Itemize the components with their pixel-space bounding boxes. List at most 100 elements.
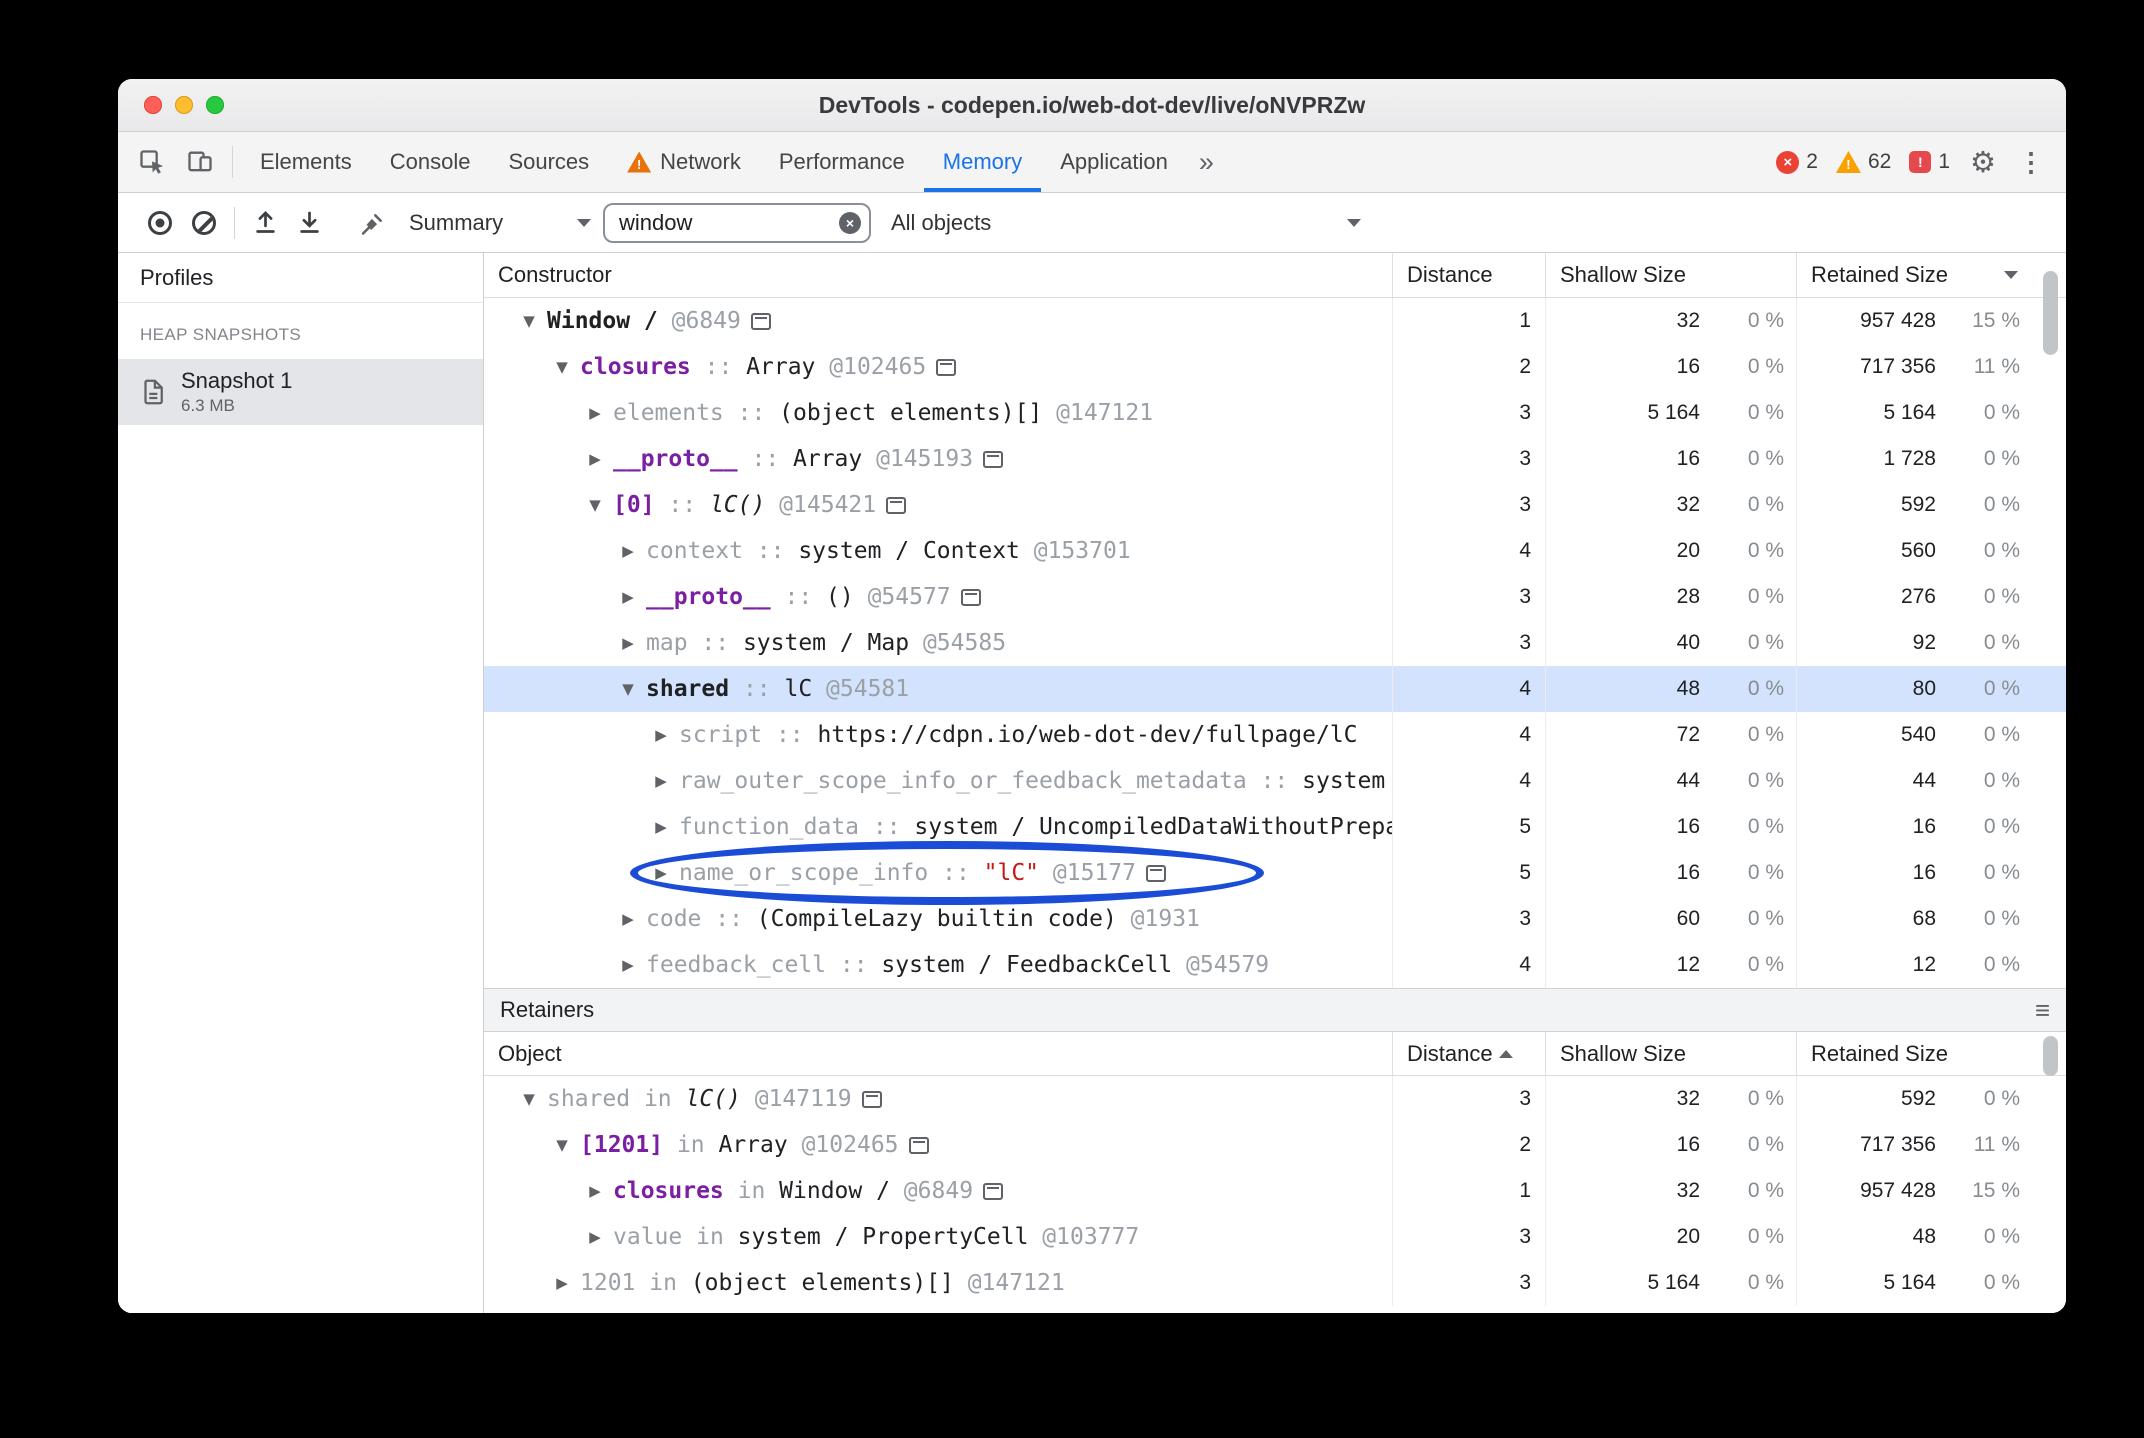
collapse-icon[interactable]: ▼ xyxy=(518,312,540,330)
inspect-element-button[interactable] xyxy=(128,132,176,192)
column-header-constructor[interactable]: Constructor xyxy=(484,253,1392,297)
constructor-row[interactable]: ▼ [0] :: lC() @145421 3 32 0 % 592 0 % xyxy=(484,482,2066,528)
shallow-size-cell: 16 0 % xyxy=(1545,1122,1796,1168)
settings-gear-icon[interactable]: ⚙ xyxy=(1970,145,1996,180)
constructor-row[interactable]: ▶ __proto__ :: Array @145193 3 16 0 % 1 728 0 … xyxy=(484,436,2066,482)
constructor-row[interactable]: ▶ context :: system / Context @153701 4 20 0… xyxy=(484,528,2066,574)
tab-memory[interactable]: Memory xyxy=(924,132,1041,192)
retainer-row[interactable]: ▶ value in system / PropertyCell @103777 3… xyxy=(484,1214,2066,1260)
constructor-row[interactable]: ▼ closures :: Array @102465 2 16 0 % 717 356 1… xyxy=(484,344,2066,390)
constructor-row[interactable]: ▶ name_or_scope_info :: "lC" @15177 5 16 0 %… xyxy=(484,850,2066,896)
search-input[interactable] xyxy=(605,204,869,241)
scrollbar-thumb[interactable] xyxy=(2043,1036,2058,1076)
expand-icon[interactable]: ▶ xyxy=(617,634,639,652)
constructor-row[interactable]: ▼ shared :: lC @54581 4 48 0 % 80 0 % xyxy=(484,666,2066,712)
clear-profiles-button[interactable] xyxy=(182,201,226,245)
reveal-window-icon[interactable] xyxy=(886,496,907,514)
zoom-button[interactable] xyxy=(206,96,224,114)
collapse-icon[interactable]: ▼ xyxy=(518,1090,540,1108)
column-header-distance[interactable]: Distance xyxy=(1392,1032,1545,1075)
collect-garbage-button[interactable] xyxy=(351,201,395,245)
reveal-window-icon[interactable] xyxy=(983,450,1004,468)
distance-cell: 4 xyxy=(1392,942,1545,988)
reveal-window-icon[interactable] xyxy=(936,358,957,376)
tab-sources[interactable]: Sources xyxy=(489,132,608,192)
object-id: @1931 xyxy=(1116,906,1200,932)
reveal-window-icon[interactable] xyxy=(983,1182,1004,1200)
scrollbar-thumb[interactable] xyxy=(2043,271,2058,355)
expand-icon[interactable]: ▶ xyxy=(617,588,639,606)
expand-icon[interactable]: ▶ xyxy=(584,450,606,468)
constructor-row[interactable]: ▶ __proto__ :: () @54577 3 28 0 % 276 0 % xyxy=(484,574,2066,620)
tab-console[interactable]: Console xyxy=(371,132,490,192)
expand-icon[interactable]: ▶ xyxy=(584,404,606,422)
column-header-shallow-size[interactable]: Shallow Size xyxy=(1545,1032,1796,1075)
more-menu-icon[interactable]: ⋮ xyxy=(2012,147,2050,178)
constructor-row[interactable]: ▶ elements :: (object elements)[] @147121… xyxy=(484,390,2066,436)
retainer-row[interactable]: ▼ [1201] in Array @102465 2 16 0 % 717 356 11 … xyxy=(484,1122,2066,1168)
tab-elements[interactable]: Elements xyxy=(241,132,371,192)
warning-count: 62 xyxy=(1867,150,1892,173)
retained-percent: 0 % xyxy=(1983,723,2020,746)
expand-icon[interactable]: ▶ xyxy=(551,1274,573,1292)
warning-counter[interactable]: ! 62 xyxy=(1835,150,1892,174)
constructor-row[interactable]: ▶ code :: (CompileLazy builtin code) @193… xyxy=(484,896,2066,942)
reveal-window-icon[interactable] xyxy=(750,312,771,330)
profile-view-select[interactable]: Summary xyxy=(409,210,591,236)
snapshot-item[interactable]: Snapshot 1 6.3 MB xyxy=(118,359,483,425)
collapse-icon[interactable]: ▼ xyxy=(551,358,573,376)
node-name: closures xyxy=(613,1178,724,1204)
column-header-retained-size[interactable]: Retained Size xyxy=(1796,253,2032,297)
expand-icon[interactable]: ▶ xyxy=(584,1182,606,1200)
tab-performance[interactable]: Performance xyxy=(760,132,924,192)
column-header-object[interactable]: Object xyxy=(484,1032,1392,1075)
issue-counter[interactable]: ! 1 xyxy=(1909,150,1950,174)
constructor-row[interactable]: ▶ function_data :: system / UncompiledDat… xyxy=(484,804,2066,850)
tab-label: Memory xyxy=(942,149,1023,174)
load-profile-button[interactable] xyxy=(243,201,287,245)
retainers-menu-icon[interactable]: ≡ xyxy=(2035,995,2050,1026)
retainer-row[interactable]: ▶ 1201 in (object elements)[] @147121 3 5 1… xyxy=(484,1260,2066,1306)
constructor-row[interactable]: ▶ raw_outer_scope_info_or_feedback_metada… xyxy=(484,758,2066,804)
collapse-icon[interactable]: ▼ xyxy=(617,680,639,698)
close-button[interactable] xyxy=(144,96,162,114)
retainer-row[interactable]: ▼ shared in lC() @147119 3 32 0 % 592 0 % xyxy=(484,1076,2066,1122)
column-header-distance[interactable]: Distance xyxy=(1392,253,1545,297)
constructor-row[interactable]: ▼ Window / @6849 1 32 0 % 957 428 15 % xyxy=(484,298,2066,344)
tree-cell: ▶ script :: https://cdpn.io/web-dot-dev/f… xyxy=(484,712,1392,758)
collapse-icon[interactable]: ▼ xyxy=(584,496,606,514)
shallow-percent: 0 % xyxy=(1747,309,1784,332)
reveal-window-icon[interactable] xyxy=(861,1090,882,1108)
expand-icon[interactable]: ▶ xyxy=(650,818,672,836)
devtools-window: DevTools - codepen.io/web-dot-dev/live/o… xyxy=(118,79,2066,1313)
record-heap-snapshot-button[interactable] xyxy=(138,201,182,245)
reveal-window-icon[interactable] xyxy=(1145,864,1166,882)
expand-icon[interactable]: ▶ xyxy=(584,1228,606,1246)
node-name: __proto__ xyxy=(646,584,771,610)
retainer-row[interactable]: ▶ closures in Window / @6849 1 32 0 % 957 428… xyxy=(484,1168,2066,1214)
save-profile-button[interactable] xyxy=(287,201,331,245)
device-toolbar-button[interactable] xyxy=(176,132,224,192)
expand-icon[interactable]: ▶ xyxy=(617,542,639,560)
reveal-window-icon[interactable] xyxy=(908,1136,929,1154)
error-counter[interactable]: × 2 xyxy=(1776,150,1818,174)
reveal-window-icon[interactable] xyxy=(960,588,981,606)
constructor-row[interactable]: ▶ feedback_cell :: system / FeedbackCell … xyxy=(484,942,2066,988)
collapse-icon[interactable]: ▼ xyxy=(551,1136,573,1154)
more-tabs-button[interactable]: » xyxy=(1187,132,1226,192)
expand-icon[interactable]: ▶ xyxy=(650,726,672,744)
expand-icon[interactable]: ▶ xyxy=(650,864,672,882)
object-filter-select[interactable]: All objects xyxy=(891,210,1361,236)
minimize-button[interactable] xyxy=(175,96,193,114)
expand-icon[interactable]: ▶ xyxy=(650,772,672,790)
expand-icon[interactable]: ▶ xyxy=(617,956,639,974)
tab-application[interactable]: Application xyxy=(1041,132,1187,192)
constructor-row[interactable]: ▶ map :: system / Map @54585 3 40 0 % 92 0 % xyxy=(484,620,2066,666)
clear-search-icon[interactable]: × xyxy=(839,211,861,234)
expand-icon[interactable]: ▶ xyxy=(617,910,639,928)
constructor-row[interactable]: ▶ script :: https://cdpn.io/web-dot-dev/f… xyxy=(484,712,2066,758)
column-header-retained-size[interactable]: Retained Size xyxy=(1796,1032,2032,1075)
tab-network[interactable]: ! Network xyxy=(608,132,760,192)
column-header-shallow-size[interactable]: Shallow Size xyxy=(1545,253,1796,297)
retained-value: 592 xyxy=(1900,1087,1936,1110)
